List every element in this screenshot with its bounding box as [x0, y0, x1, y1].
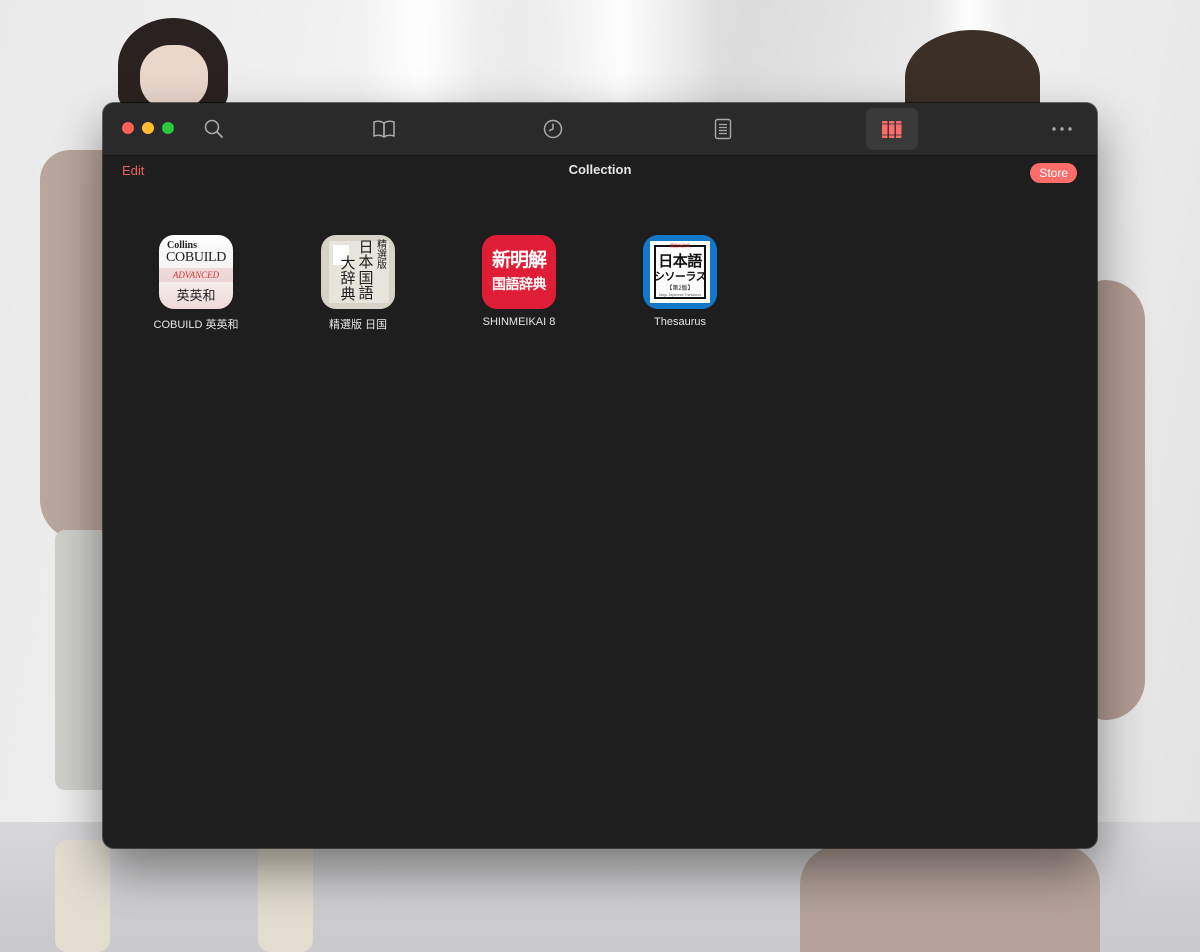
- collection-icon: [882, 121, 902, 138]
- dictionary-button[interactable]: [358, 108, 410, 150]
- search-icon: [204, 119, 223, 138]
- app-window: Edit Collection Store Collins COBUILD AD…: [103, 103, 1097, 848]
- cobuild-dictionary-icon: Collins COBUILD ADVANCED 英英和: [159, 235, 233, 309]
- thesaurus-dictionary-icon: 類語新辞典 日本語 シソーラス 【第2版】 Nago Japanese Thes…: [643, 235, 717, 309]
- store-button[interactable]: Store: [1030, 163, 1077, 183]
- toolbar: [103, 103, 1097, 156]
- collection-item-cobuild[interactable]: Collins COBUILD ADVANCED 英英和 COBUILD 英英和: [131, 233, 261, 332]
- collection-item-shinmeikai[interactable]: 新明解 国語辞典 SHINMEIKAI 8: [454, 233, 584, 328]
- window-minimize-button[interactable]: [142, 122, 154, 134]
- history-button[interactable]: [527, 108, 579, 150]
- window-close-button[interactable]: [122, 122, 134, 134]
- list-icon: [714, 118, 732, 140]
- more-icon: [1052, 127, 1072, 131]
- history-icon: [543, 119, 563, 139]
- collection-item-label: SHINMEIKAI 8: [482, 316, 556, 328]
- collection-item-label: COBUILD 英英和: [153, 319, 239, 331]
- shinmeikai-dictionary-icon: 新明解 国語辞典: [482, 235, 556, 309]
- more-button[interactable]: [1036, 108, 1088, 150]
- collection-button[interactable]: [866, 108, 918, 150]
- seisen-nikkoku-dictionary-icon: 精選版 日本国語 大辞典: [321, 235, 395, 309]
- window-zoom-button[interactable]: [162, 122, 174, 134]
- collection-item-label: Thesaurus: [654, 316, 706, 328]
- book-icon: [373, 120, 395, 138]
- notes-button[interactable]: [697, 108, 749, 150]
- page-title: Collection: [568, 162, 632, 177]
- collection-item-thesaurus[interactable]: 類語新辞典 日本語 シソーラス 【第2版】 Nago Japanese Thes…: [615, 233, 745, 328]
- collection-item-seisen[interactable]: 精選版 日本国語 大辞典 精選版 日国: [293, 233, 423, 332]
- collection-item-label: 精選版 日国: [328, 319, 388, 331]
- search-button[interactable]: [188, 108, 240, 150]
